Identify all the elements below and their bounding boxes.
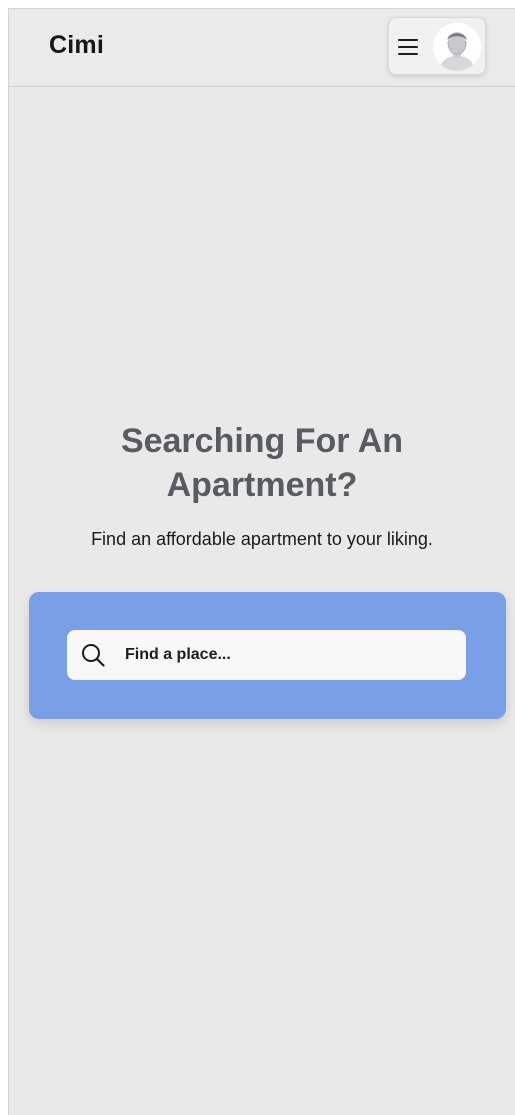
search-icon	[81, 643, 105, 667]
hero-subtitle: Find an affordable apartment to your lik…	[91, 529, 433, 549]
user-menu-button[interactable]	[388, 17, 486, 75]
hero-title: Searching For An Apartment?	[9, 419, 515, 507]
search-panel	[29, 592, 506, 719]
user-avatar-icon	[433, 23, 481, 71]
app-logo[interactable]: Cimi	[49, 31, 104, 60]
hero-title-line-2: Apartment?	[166, 466, 358, 504]
search-box[interactable]	[67, 630, 466, 680]
hamburger-menu-icon	[398, 39, 418, 55]
search-input[interactable]	[125, 630, 455, 680]
hero-title-line-1: Searching For An	[120, 422, 404, 460]
top-header: Cimi	[9, 9, 515, 87]
app-frame: Cimi Searching For An Apartment? Find an…	[8, 8, 515, 1115]
